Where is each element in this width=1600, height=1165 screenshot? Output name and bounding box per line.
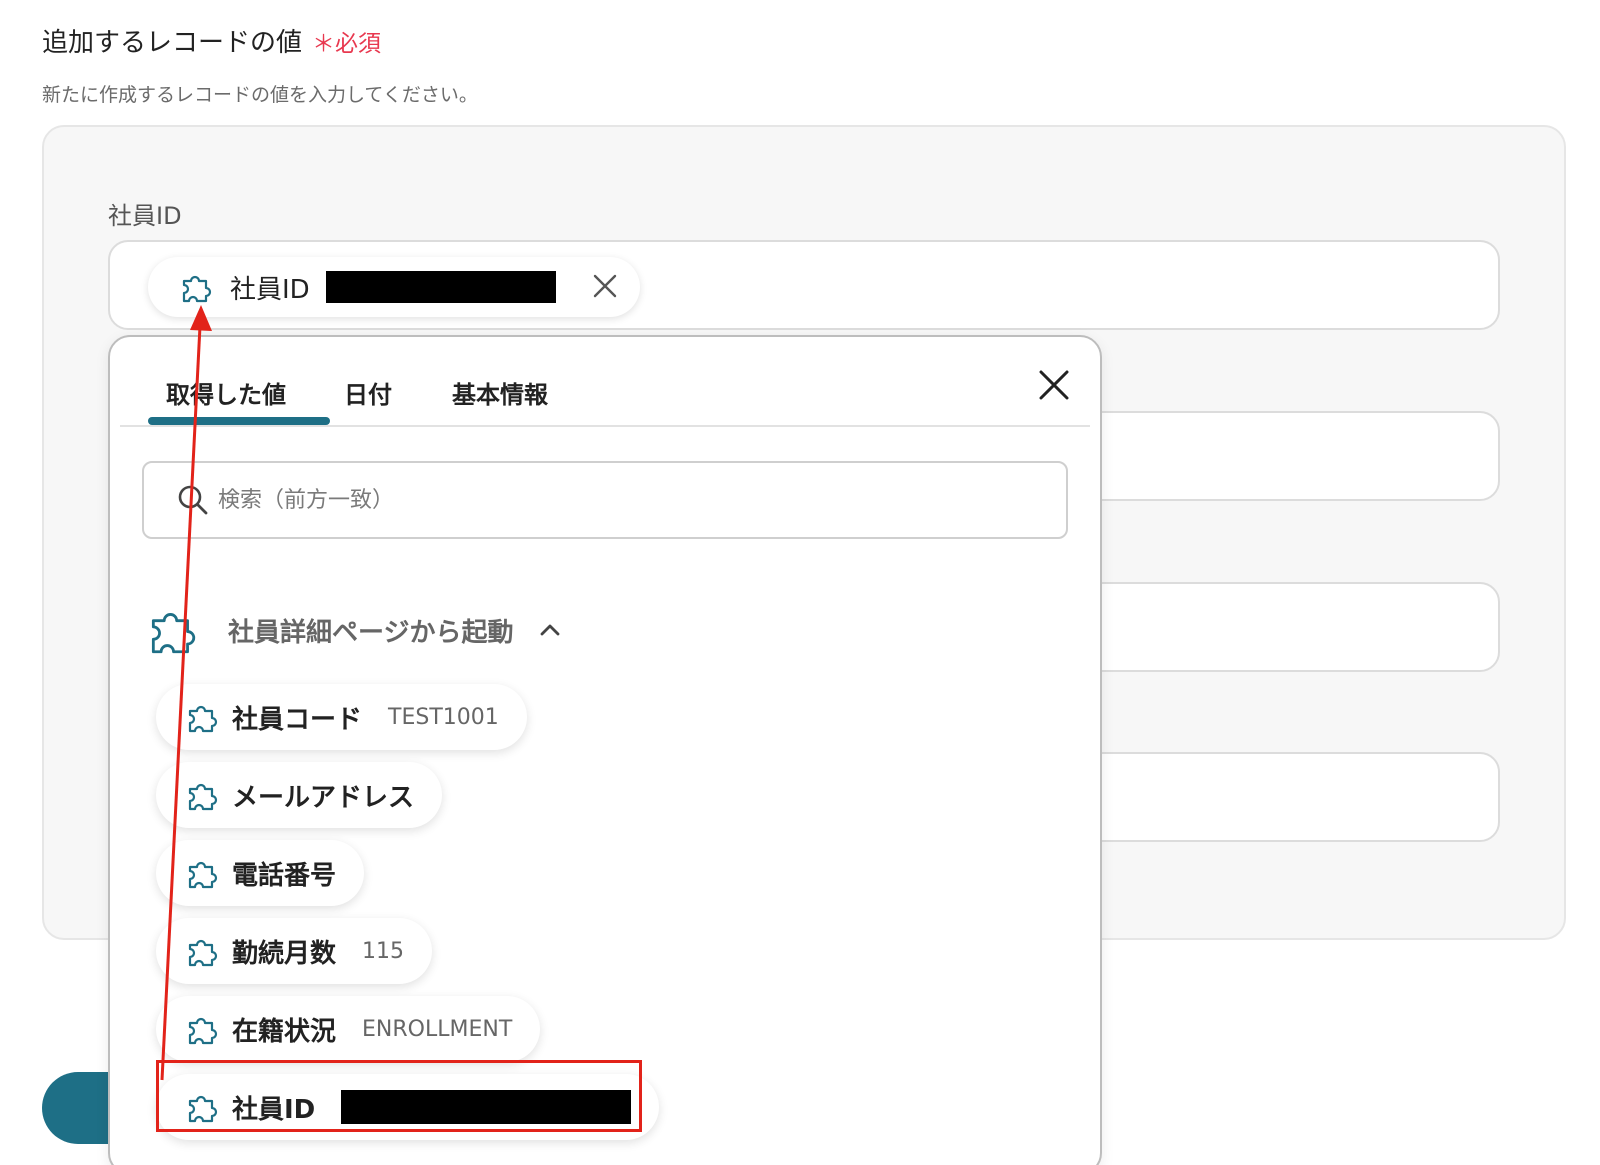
- tab-active-indicator: [148, 417, 330, 425]
- close-icon[interactable]: [1036, 367, 1072, 403]
- chip-label: 社員ID: [230, 274, 310, 305]
- item-label: 勤続月数: [232, 938, 337, 969]
- section-title-text: 追加するレコードの値: [42, 28, 303, 58]
- puzzle-icon: [188, 861, 218, 889]
- puzzle-icon: [151, 613, 196, 654]
- list-item-status[interactable]: 在籍状況 ENROLLMENT: [156, 996, 541, 1062]
- puzzle-icon: [188, 705, 218, 733]
- tab-bar: 取得した値 日付 基本情報: [120, 337, 1090, 427]
- item-label: 社員コード: [232, 704, 363, 735]
- search-box: [142, 461, 1068, 539]
- list-item-employee-code[interactable]: 社員コード TEST1001: [156, 684, 527, 750]
- annotation-highlight-box: [156, 1060, 642, 1132]
- chevron-up-icon[interactable]: [537, 617, 563, 643]
- item-label: 在籍状況: [232, 1016, 337, 1047]
- puzzle-icon: [188, 1017, 218, 1045]
- list-item-months[interactable]: 勤続月数 115: [156, 918, 433, 984]
- field-label-employee-id: 社員ID: [108, 202, 182, 230]
- group-header[interactable]: 社員詳細ページから起動: [142, 602, 563, 658]
- section-title: 追加するレコードの値 ＊必須: [42, 22, 381, 59]
- group-label: 社員詳細ページから起動: [228, 617, 514, 648]
- item-label: メールアドレス: [232, 782, 415, 813]
- puzzle-icon: [188, 939, 218, 967]
- value-picker-popover: 取得した値 日付 基本情報 社員詳細ページから起動 社員コード TEST1001…: [108, 335, 1102, 1165]
- list-item-email[interactable]: メールアドレス: [156, 762, 443, 828]
- list-item-phone[interactable]: 電話番号: [156, 840, 365, 906]
- item-value: TEST1001: [388, 704, 499, 730]
- close-icon[interactable]: [588, 269, 622, 303]
- item-value: 115: [362, 938, 405, 964]
- puzzle-icon: [182, 275, 212, 303]
- puzzle-icon: [188, 783, 218, 811]
- section-description: 新たに作成するレコードの値を入力してください。: [42, 84, 478, 106]
- tab-basic-info[interactable]: 基本情報: [452, 375, 548, 410]
- tab-acquired-values[interactable]: 取得した値: [166, 375, 286, 410]
- required-mark: ＊必須: [312, 31, 382, 57]
- selected-value-chip[interactable]: 社員ID: [148, 257, 640, 317]
- item-label: 電話番号: [232, 860, 337, 891]
- tab-date[interactable]: 日付: [344, 375, 392, 410]
- item-value: ENROLLMENT: [362, 1016, 513, 1042]
- search-icon: [178, 485, 208, 515]
- search-input[interactable]: [218, 487, 1038, 513]
- redacted-value: [325, 271, 556, 303]
